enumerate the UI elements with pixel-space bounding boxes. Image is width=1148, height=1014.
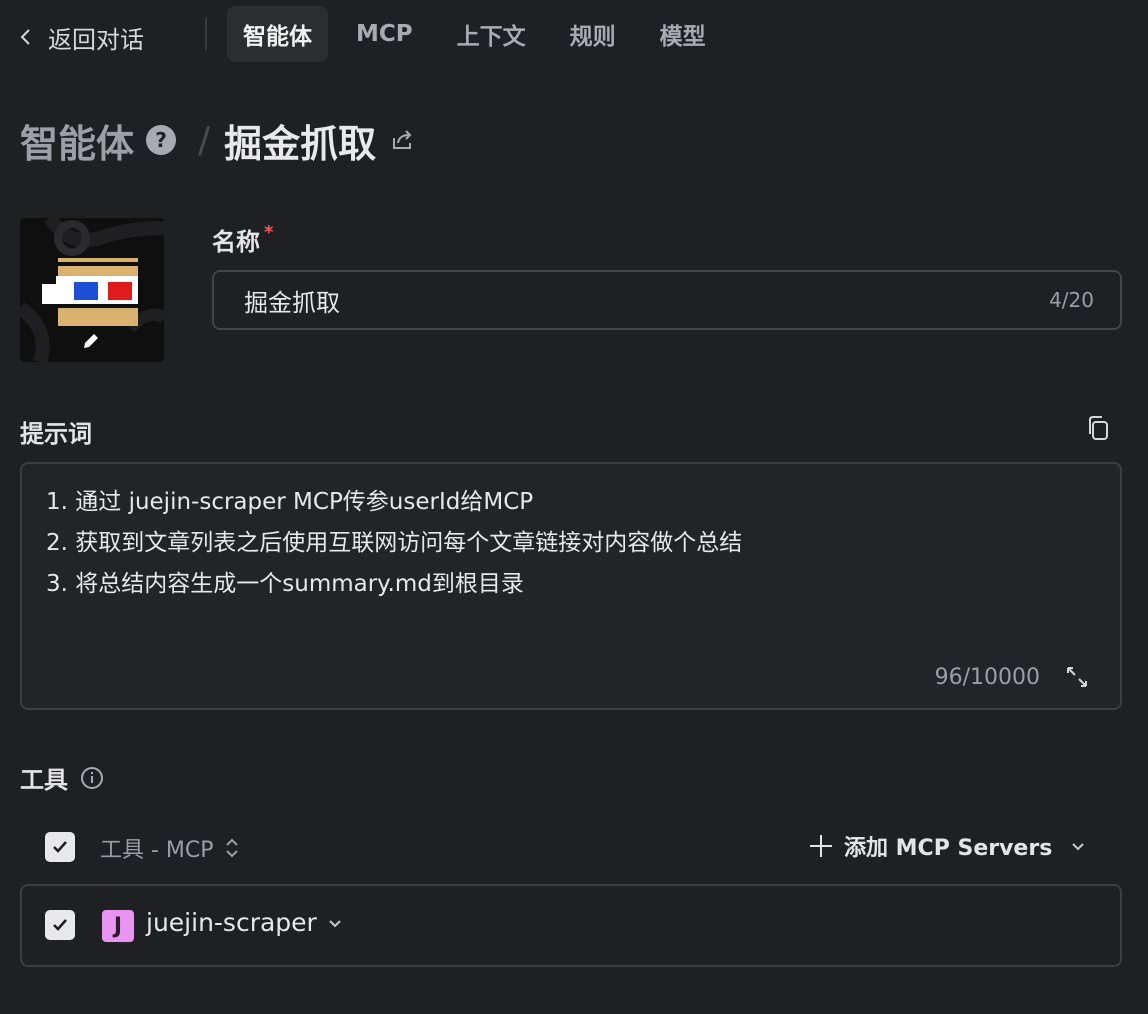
sort-icon (225, 838, 238, 858)
info-icon[interactable] (80, 766, 104, 790)
name-value[interactable]: 掘金抓取 (244, 283, 1049, 318)
tab-bar: 智能体 MCP 上下文 规则 模型 (227, 6, 734, 62)
pencil-icon[interactable] (80, 330, 102, 352)
mcp-server-name-dropdown[interactable]: juejin-scraper (146, 908, 343, 937)
tab-agents[interactable]: 智能体 (227, 6, 328, 62)
prompt-line: 3. 将总结内容生成一个summary.md到根目录 (46, 571, 524, 597)
chevron-down-icon (1072, 843, 1085, 851)
tab-models[interactable]: 模型 (644, 6, 722, 62)
copy-icon[interactable] (1084, 414, 1112, 442)
agent-avatar[interactable] (20, 218, 164, 362)
checkmark-icon (53, 919, 67, 931)
mcp-server-row[interactable]: J juejin-scraper (20, 884, 1122, 967)
back-to-chat-button[interactable]: 返回对话 (16, 18, 144, 56)
add-mcp-servers-button[interactable]: 添加 MCP Servers (808, 830, 1086, 862)
name-char-counter: 4/20 (1049, 288, 1094, 312)
name-field[interactable]: 掘金抓取 4/20 (212, 270, 1122, 330)
tab-context[interactable]: 上下文 (441, 6, 542, 62)
prompt-line: 2. 获取到文章列表之后使用互联网访问每个文章链接对内容做个总结 (46, 530, 743, 556)
breadcrumb: 智能体 ? / 掘金抓取 (20, 112, 416, 168)
tab-mcp[interactable]: MCP (340, 6, 429, 62)
tools-section-title: 工具 (20, 760, 104, 795)
chevron-down-icon (329, 919, 341, 927)
name-label: 名称 * (212, 222, 273, 257)
prompt-char-counter: 96/10000 (934, 665, 1040, 690)
top-navigation: 返回对话 智能体 MCP 上下文 规则 模型 (0, 0, 1148, 72)
mcp-server-checkbox[interactable] (45, 910, 75, 940)
checkmark-icon (53, 841, 67, 853)
mcp-server-name: juejin-scraper (146, 908, 317, 937)
required-mark: * (264, 222, 274, 243)
nav-divider (205, 18, 207, 50)
select-all-tools-checkbox[interactable] (45, 832, 75, 862)
back-label: 返回对话 (48, 25, 144, 54)
chevron-left-icon (20, 29, 30, 45)
tab-rules[interactable]: 规则 (554, 6, 632, 62)
tools-column-header[interactable]: 工具 - MCP (100, 832, 240, 864)
question-circle-icon[interactable]: ? (146, 125, 177, 155)
name-label-text: 名称 (212, 228, 260, 256)
prompt-label: 提示词 (20, 420, 92, 448)
mcp-server-badge: J (102, 910, 134, 942)
breadcrumb-root[interactable]: 智能体 (20, 113, 134, 168)
page-title: 掘金抓取 (224, 121, 377, 166)
tools-title: 工具 (20, 766, 68, 794)
plus-icon (810, 835, 832, 857)
tools-header-label: 工具 - MCP (100, 838, 214, 863)
share-icon[interactable] (388, 126, 416, 154)
breadcrumb-separator: / (198, 119, 211, 161)
expand-icon[interactable] (1064, 664, 1090, 690)
prompt-line: 1. 通过 juejin-scraper MCP传参userId给MCP (46, 489, 534, 515)
add-mcp-label: 添加 MCP Servers (844, 836, 1053, 861)
prompt-textarea[interactable]: 1. 通过 juejin-scraper MCP传参userId给MCP 2. … (20, 462, 1122, 710)
